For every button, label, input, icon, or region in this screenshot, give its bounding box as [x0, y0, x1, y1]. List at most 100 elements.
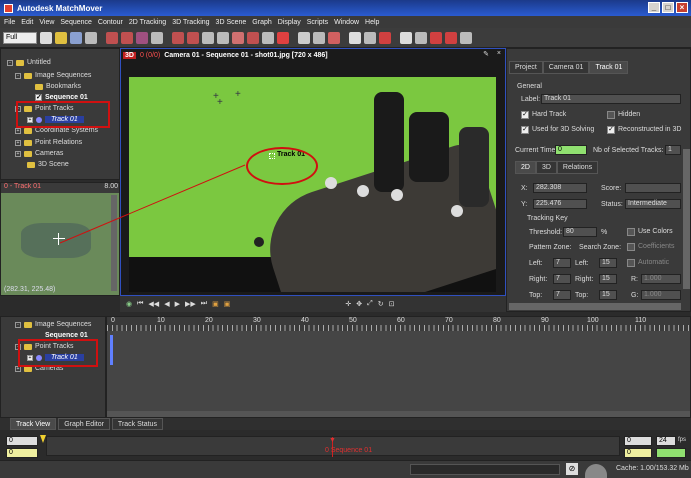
tree-sequence[interactable]: Sequence 01 [45, 94, 88, 101]
search-left-input[interactable]: 15 [599, 258, 617, 268]
pattern-top-input[interactable]: 7 [553, 290, 571, 300]
search-top-input[interactable]: 15 [599, 290, 617, 300]
track-view[interactable]: 0 10 20 30 40 50 60 70 80 90 100 110 [106, 316, 691, 418]
tree-3d-scene[interactable]: 3D Scene [38, 161, 69, 168]
pin-icon[interactable]: ✎ [483, 50, 489, 58]
cube-icon[interactable] [349, 31, 361, 44]
current-time-input[interactable]: 0 [555, 145, 587, 155]
play-icon[interactable]: ▶ [175, 300, 180, 308]
tab-2d[interactable]: 2D [515, 161, 536, 174]
stop-process-icon[interactable]: ⊘ [566, 463, 578, 475]
menu-file[interactable]: File [4, 19, 15, 26]
threshold-input[interactable]: 80 [563, 227, 597, 237]
open-icon[interactable] [55, 31, 67, 44]
tab-track-status[interactable]: Track Status [111, 418, 163, 430]
close-view-icon[interactable]: × [497, 50, 501, 57]
track-key-range[interactable] [110, 335, 113, 365]
menu-help[interactable]: Help [365, 19, 379, 26]
tab-camera[interactable]: Camera 01 [542, 61, 590, 74]
use-colors-check[interactable] [627, 228, 635, 236]
range-start-input[interactable]: 0 [6, 436, 38, 446]
delete-icon[interactable] [277, 31, 289, 44]
menu-sequence[interactable]: Sequence [60, 19, 92, 26]
menu-3d-scene[interactable]: 3D Scene [216, 19, 247, 26]
menu-window[interactable]: Window [334, 19, 359, 26]
minimize-button[interactable]: _ [648, 2, 660, 13]
range-start2-input[interactable]: 0 [6, 448, 38, 458]
fit-icon[interactable]: ⊡ [389, 300, 395, 308]
hard-track-check[interactable]: ✓ [521, 111, 529, 119]
menu-2d-tracking[interactable]: 2D Tracking [129, 19, 166, 26]
expand-icon[interactable]: + [15, 150, 21, 157]
hidden-check[interactable] [607, 111, 615, 119]
automatic-check[interactable] [627, 259, 635, 267]
last-frame-icon[interactable]: ⏭ [201, 300, 207, 308]
globe-icon[interactable]: ◉ [126, 300, 132, 308]
prev-frame-icon[interactable]: ◀ [164, 300, 169, 308]
timeline-ruler[interactable]: 0 10 20 30 40 50 60 70 80 90 100 110 [107, 317, 690, 331]
prev-key-icon[interactable]: ◀◀ [148, 300, 159, 308]
tree-root[interactable]: Untitled [27, 59, 51, 66]
expand-icon[interactable]: - [15, 321, 21, 328]
expand-icon[interactable]: + [15, 139, 21, 146]
loop-icon[interactable]: ▣ [224, 300, 231, 308]
paint-icon[interactable] [328, 31, 340, 44]
menu-contour[interactable]: Contour [98, 19, 123, 26]
range-end2-input[interactable]: 0 [624, 448, 652, 458]
curve-icon[interactable] [247, 31, 259, 44]
grid-icon[interactable] [415, 31, 427, 44]
tab-3d[interactable]: 3D [535, 161, 557, 174]
tab-track[interactable]: Track 01 [589, 61, 629, 74]
camera-icon[interactable] [313, 31, 325, 44]
reconstructed-check[interactable]: ✓ [607, 126, 615, 134]
refresh-icon[interactable]: ↻ [378, 300, 384, 308]
film-icon[interactable]: ▣ [212, 300, 219, 308]
y-input[interactable]: 225.476 [533, 199, 587, 209]
window-layout-icon[interactable] [400, 31, 412, 44]
tree-point-relations[interactable]: Point Relations [35, 139, 82, 146]
expand-icon[interactable]: - [7, 59, 13, 66]
used-3d-check[interactable]: ✓ [521, 126, 529, 134]
add-track-icon[interactable] [187, 31, 199, 44]
cross-icon[interactable]: ✛ [345, 300, 351, 308]
menu-scripts[interactable]: Scripts [307, 19, 328, 26]
timeline-hscrollbar[interactable] [107, 411, 690, 417]
maximize-button[interactable]: □ [662, 2, 674, 13]
pattern-right-input[interactable]: 7 [553, 274, 571, 284]
tab-graph-editor[interactable]: Graph Editor [58, 418, 110, 430]
coefficients-check[interactable] [627, 243, 635, 251]
sequence-check[interactable]: ✓ [35, 94, 42, 101]
track-forward-icon[interactable] [121, 31, 133, 44]
first-frame-icon[interactable]: ⏮ [137, 300, 143, 308]
properties-icon[interactable] [85, 31, 97, 44]
stop-icon[interactable] [445, 31, 457, 44]
tl-sequence[interactable]: Sequence 01 [45, 332, 88, 339]
search-right-input[interactable]: 15 [599, 274, 617, 284]
edit-track-icon[interactable] [172, 31, 184, 44]
range-slider[interactable]: ▼ 0 Sequence 01 [46, 436, 620, 457]
layout-select[interactable]: Full [3, 31, 37, 44]
layout-icon[interactable] [460, 31, 472, 44]
track-backward-icon[interactable] [136, 31, 148, 44]
zoom-scrollbar[interactable] [111, 195, 117, 291]
next-frame-icon[interactable]: ▶▶ [185, 300, 196, 308]
menu-graph[interactable]: Graph [252, 19, 271, 26]
properties-scrollbar[interactable] [683, 149, 690, 289]
tab-project[interactable]: Project [509, 61, 543, 74]
solve-icon[interactable] [298, 31, 310, 44]
split-icon[interactable] [232, 31, 244, 44]
r-input[interactable]: 1.000 [641, 274, 681, 284]
save-icon[interactable] [70, 31, 82, 44]
move-icon[interactable] [151, 31, 163, 44]
new-icon[interactable] [40, 31, 52, 44]
record-icon[interactable] [430, 31, 442, 44]
track-tool-icon[interactable] [106, 31, 118, 44]
fps-input[interactable]: 24 [656, 436, 676, 446]
tree-cameras[interactable]: Cameras [35, 150, 63, 157]
menu-edit[interactable]: Edit [21, 19, 33, 26]
tab-relations[interactable]: Relations [556, 161, 599, 174]
chain-icon[interactable] [217, 31, 229, 44]
tree-coordinate-systems[interactable]: Coordinate Systems [35, 127, 98, 134]
x-input[interactable]: 282.308 [533, 183, 587, 193]
close-button[interactable]: × [676, 2, 688, 13]
